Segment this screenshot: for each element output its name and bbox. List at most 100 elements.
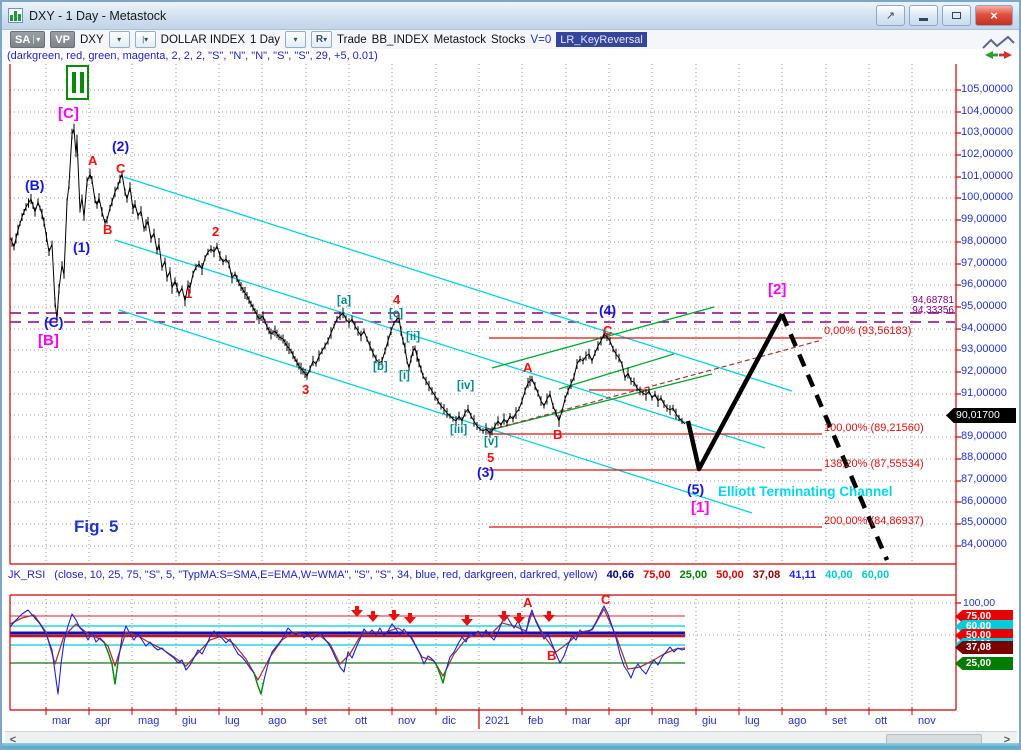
fib-level-label: 200,00% (84,86937) xyxy=(824,516,924,527)
fib-level-label: 100,00% (89,21560) xyxy=(824,423,924,434)
wave-label: (1) xyxy=(73,240,90,254)
fib-level-label: 0,00% (93,56183) xyxy=(824,326,911,337)
rsi-level-tag: 25,00 xyxy=(955,657,1013,670)
wave-label: [iv] xyxy=(457,381,474,393)
wave-label: C xyxy=(116,162,125,175)
rsi-value: 40,66 xyxy=(607,569,635,581)
rsi-value: 41,11 xyxy=(789,569,816,581)
rsi-value: 37,08 xyxy=(753,569,781,581)
chart-canvas xyxy=(2,2,1021,750)
month-label: ago xyxy=(788,716,806,727)
month-label: set xyxy=(312,716,327,727)
price-axis-label: 98,00000 xyxy=(961,236,1007,247)
month-label: giu xyxy=(182,716,197,727)
wave-label: (B) xyxy=(25,178,44,192)
wave-label: 5 xyxy=(487,451,494,464)
price-axis-label: 101,00000 xyxy=(961,171,1013,182)
wave-label: [a] xyxy=(337,296,351,308)
price-axis-label: 88,00000 xyxy=(961,452,1007,463)
metastock-window: DXY - 1 Day - Metastock ↗ × SA▾ VP DXY ▾… xyxy=(0,0,1021,750)
wave-label: (2) xyxy=(112,139,129,153)
price-axis-label: 99,00000 xyxy=(961,214,1007,225)
month-label: lug xyxy=(745,716,760,727)
month-label: lug xyxy=(225,716,240,727)
month-label: feb xyxy=(528,716,543,727)
month-label: giu xyxy=(702,716,717,727)
month-label: nov xyxy=(918,716,936,727)
fib-level-label: 138,20% (87,55534) xyxy=(824,459,924,470)
resistance-level-label: 94,33356 xyxy=(902,306,954,316)
wave-label: B xyxy=(553,428,562,441)
price-axis-label: 93,00000 xyxy=(961,344,1007,355)
wave-label: C xyxy=(603,324,612,337)
wave-label: C xyxy=(601,593,610,606)
wave-label: B xyxy=(103,223,112,236)
wave-label: Elliott Terminating Channel xyxy=(718,485,893,499)
wave-label: [C] xyxy=(58,106,79,121)
rsi-name: JK_RSI xyxy=(8,569,45,581)
month-label: ott xyxy=(875,716,887,727)
price-axis-label: 87,00000 xyxy=(961,474,1007,485)
price-axis-label: 95,00000 xyxy=(961,301,1007,312)
month-label: dic xyxy=(442,716,456,727)
wave-label: A xyxy=(88,154,97,167)
price-axis-label: 85,00000 xyxy=(961,517,1007,528)
price-axis-label: 102,00000 xyxy=(961,149,1013,160)
price-axis-label: 96,00000 xyxy=(961,279,1007,290)
wave-II-box xyxy=(66,65,89,100)
wave-label: [ii] xyxy=(406,332,420,344)
rsi-args: (close, 10, 25, 75, "S", 5, "TypMA:S=SMA… xyxy=(54,569,597,581)
wave-label: Fig. 5 xyxy=(74,518,118,535)
month-label: set xyxy=(832,716,847,727)
wave-label: (5) xyxy=(687,482,704,496)
wave-label: (4) xyxy=(599,303,616,317)
rsi-value: 60,00 xyxy=(862,569,890,581)
wave-label: 3 xyxy=(302,383,309,396)
month-label: mar xyxy=(52,716,71,727)
month-label: mag xyxy=(658,716,679,727)
wave-label: 2 xyxy=(212,225,219,238)
rsi-values: 40,6675,0025,0050,0037,0841,1140,0060,00 xyxy=(607,569,890,581)
rsi-value: 50,00 xyxy=(716,569,744,581)
price-axis-label: 91,00000 xyxy=(961,388,1007,399)
wave-label: 1 xyxy=(185,287,192,300)
wave-label: A xyxy=(523,361,532,374)
month-label: ago xyxy=(268,716,286,727)
wave-label: B xyxy=(547,649,556,662)
rsi-value: 75,00 xyxy=(643,569,671,581)
wave-label: [b] xyxy=(373,362,388,374)
month-label: 2021 xyxy=(485,716,509,727)
wave-label: [2] xyxy=(768,282,786,297)
rsi-level-tag: 37,08 xyxy=(955,641,1013,654)
month-label: apr xyxy=(615,716,631,727)
wave-label: (C) xyxy=(44,315,63,329)
price-axis-label: 89,00000 xyxy=(961,431,1007,442)
wave-label: 4 xyxy=(393,293,400,306)
price-axis-label: 104,00000 xyxy=(961,106,1013,117)
wave-label: [iii] xyxy=(450,425,467,437)
window-bottom-edge xyxy=(2,743,1019,748)
price-axis-label: 84,00000 xyxy=(961,539,1007,550)
wave-label: [1] xyxy=(691,500,709,515)
price-axis-label: 92,00000 xyxy=(961,366,1007,377)
price-axis-label: 94,00000 xyxy=(961,323,1007,334)
price-axis-label: 86,00000 xyxy=(961,496,1007,507)
price-axis-label: 103,00000 xyxy=(961,127,1013,138)
price-axis-label: 100,00000 xyxy=(961,192,1013,203)
wave-label: [v] xyxy=(484,437,498,449)
chart-client-area[interactable]: 105,00000 104,00000 103,00000 102,00000 101,… xyxy=(2,2,1019,748)
rsi-value: 25,00 xyxy=(680,569,708,581)
month-label: mag xyxy=(138,716,159,727)
month-label: ott xyxy=(355,716,367,727)
wave-label: [i] xyxy=(399,371,410,383)
month-label: apr xyxy=(95,716,111,727)
month-label: mar xyxy=(572,716,591,727)
wave-label: (3) xyxy=(477,465,494,479)
rsi-params: JK_RSI (close, 10, 25, 75, "S", 5, "TypMA… xyxy=(8,569,889,581)
last-price-tag: 90,01700 xyxy=(946,408,1016,423)
wave-label: A xyxy=(523,596,532,609)
rsi-100-label: 100,00 xyxy=(963,598,995,609)
wave-label: [B] xyxy=(38,333,59,348)
price-axis-label: 105,00000 xyxy=(961,84,1013,95)
price-axis-label: 97,00000 xyxy=(961,258,1007,269)
